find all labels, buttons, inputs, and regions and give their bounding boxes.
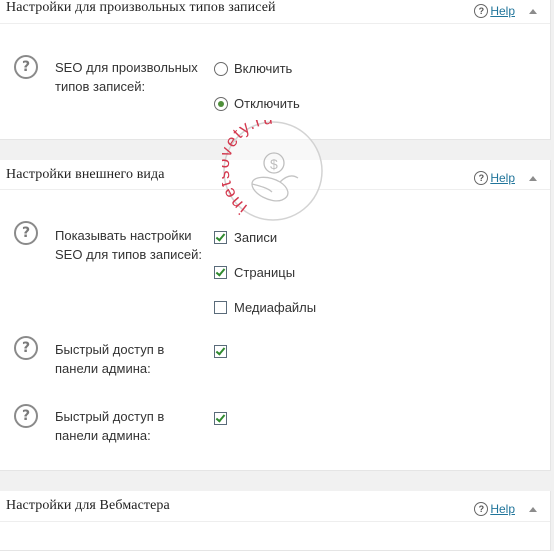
checkbox-pages[interactable]: Страницы bbox=[214, 265, 295, 280]
option-label: Показывать настройки SEO для типов запис… bbox=[55, 228, 202, 262]
option-label: Быстрый доступ в панели админа: bbox=[55, 342, 165, 376]
option-label: Быстрый доступ в панели админа: bbox=[55, 409, 165, 443]
radio-enable[interactable]: Включить bbox=[214, 61, 292, 76]
checkbox[interactable] bbox=[214, 231, 227, 244]
panel-title: Настройки для произвольных типов записей bbox=[6, 0, 276, 15]
radio-label: Включить bbox=[234, 61, 293, 76]
question-icon[interactable]: ? bbox=[14, 55, 38, 79]
panel-webmaster: Настройки для Вебмастера ? Help bbox=[0, 491, 551, 551]
collapse-arrow-icon[interactable] bbox=[529, 506, 537, 512]
radio-disable[interactable]: Отключить bbox=[214, 96, 300, 111]
help-group: ? Help bbox=[474, 171, 537, 185]
question-icon[interactable]: ? bbox=[14, 221, 38, 245]
panel-header: Настройки внешнего вида ? Help bbox=[0, 160, 550, 190]
checkbox-media[interactable]: Медиафайлы bbox=[214, 300, 316, 315]
help-icon[interactable]: ? bbox=[474, 502, 489, 516]
radio-label: Отключить bbox=[234, 96, 300, 111]
help-group: ? Help bbox=[474, 4, 537, 18]
panel-title: Настройки для Вебмастера bbox=[6, 498, 170, 513]
checkbox-label: Страницы bbox=[234, 265, 296, 280]
checkbox[interactable] bbox=[214, 266, 227, 279]
checkbox-admin-bar-2[interactable] bbox=[214, 412, 234, 425]
collapse-arrow-icon[interactable] bbox=[529, 175, 537, 181]
option-label: SEO для произвольных типов записей: bbox=[55, 60, 198, 94]
help-group: ? Help bbox=[474, 502, 537, 516]
panel-appearance: Настройки внешнего вида ? Help ? Показыв… bbox=[0, 160, 551, 471]
help-link[interactable]: Help bbox=[490, 4, 515, 18]
help-icon[interactable]: ? bbox=[474, 171, 489, 185]
panel-title: Настройки внешнего вида bbox=[6, 167, 165, 182]
collapse-arrow-icon[interactable] bbox=[529, 8, 537, 14]
checkbox[interactable] bbox=[214, 345, 227, 358]
checkbox[interactable] bbox=[214, 301, 227, 314]
question-icon[interactable]: ? bbox=[14, 336, 38, 360]
panel-header: Настройки для произвольных типов записей… bbox=[0, 0, 550, 24]
panel-header: Настройки для Вебмастера ? Help bbox=[0, 491, 550, 522]
help-link[interactable]: Help bbox=[490, 502, 515, 516]
checkbox-posts[interactable]: Записи bbox=[214, 230, 277, 245]
radio-button[interactable] bbox=[214, 61, 228, 76]
help-link[interactable]: Help bbox=[490, 171, 515, 185]
help-icon[interactable]: ? bbox=[474, 4, 489, 18]
checkbox-label: Медиафайлы bbox=[234, 300, 317, 315]
checkbox[interactable] bbox=[214, 412, 227, 425]
panel-custom-post-types: Настройки для произвольных типов записей… bbox=[0, 0, 551, 140]
radio-button-selected[interactable] bbox=[214, 96, 228, 111]
question-icon[interactable]: ? bbox=[14, 404, 38, 428]
checkbox-label: Записи bbox=[234, 230, 278, 245]
checkbox-admin-bar-1[interactable] bbox=[214, 345, 234, 358]
